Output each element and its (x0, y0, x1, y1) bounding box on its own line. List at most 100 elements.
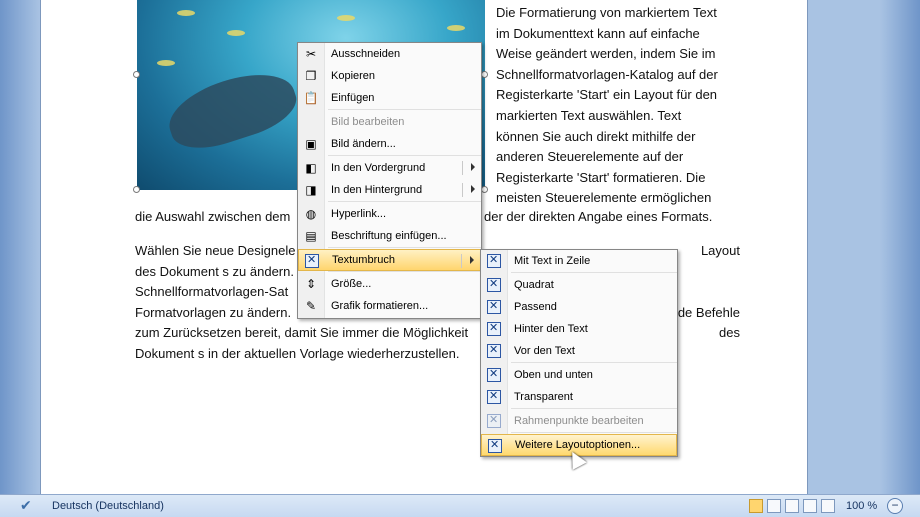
document-text-line: Schnellformatvorlagen-Sat (135, 284, 289, 300)
resize-handle[interactable] (133, 186, 140, 193)
menu-item-label: In den Hintergrund (331, 184, 423, 196)
wrap-option-mit-text-in-zeile[interactable]: Mit Text in Zeile (481, 250, 677, 272)
menu-item-label: Textumbruch (332, 254, 395, 266)
text-wrap-icon (486, 367, 502, 383)
context-menu-item-in-den-vordergrund[interactable]: ◧ In den Vordergrund (298, 157, 481, 179)
document-text-line: Registerkarte 'Start' ein Layout für den (496, 87, 718, 103)
text-wrap-icon (304, 253, 320, 269)
text-wrap-icon (486, 321, 502, 337)
text-wrap-icon (486, 343, 502, 359)
scissors-icon: ✂ (305, 47, 317, 61)
paste-icon: 📋 (303, 91, 319, 105)
empty-icon (303, 114, 319, 130)
menu-item-label: Bild bearbeiten (331, 116, 405, 128)
text-wrap-icon (486, 253, 502, 269)
document-text-line: der der direkten Angabe eines Formats. (484, 209, 713, 224)
zoom-level[interactable]: 100 % (846, 500, 877, 512)
submenu-arrow-icon (471, 185, 475, 193)
menu-item-label: Bild ändern... (331, 138, 396, 150)
document-text-line: markierten Text auswählen. Text (496, 108, 682, 123)
context-menu-item-beschriftung-einfügen[interactable]: ▤ Beschriftung einfügen... (298, 225, 481, 247)
document-text-line: meisten Steuerelemente ermöglichen (496, 190, 712, 206)
wrap-option-quadrat[interactable]: Quadrat (481, 274, 677, 296)
document-text-line: Registerkarte 'Start' formatieren. Die (496, 169, 706, 185)
document-text-line: können Sie auch direkt mithilfe der (496, 128, 696, 144)
context-menu: ✂ Ausschneiden ❐ Kopieren 📋 Einfügen Bild bear… (297, 42, 482, 319)
hyperlink-icon: ◍ (305, 207, 317, 221)
text-wrap-icon (486, 413, 502, 429)
context-menu-item-hyperlink[interactable]: ◍ Hyperlink... (298, 203, 481, 225)
text-wrap-icon (487, 438, 503, 454)
context-menu-item-in-den-hintergrund[interactable]: ◨ In den Hintergrund (298, 179, 481, 201)
language-indicator[interactable]: Deutsch (Deutschland) (52, 500, 164, 512)
status-bar: ✔ Deutsch (Deutschland) 100 % − (0, 494, 920, 517)
menu-item-label: Quadrat (514, 279, 554, 291)
outline-view-button[interactable] (803, 499, 817, 513)
copy-icon: ❐ (305, 69, 317, 83)
document-text-line: Wählen Sie neue Designele (135, 243, 296, 258)
menu-item-label: Beschriftung einfügen... (331, 230, 447, 242)
fish-shape (337, 15, 355, 21)
caption-icon: ▤ (305, 229, 317, 243)
fish-shape (447, 25, 465, 31)
menu-item-label: Passend (514, 301, 557, 313)
document-text-line: Formatvorlagen zu ändern. (135, 304, 292, 320)
document-text-line: die Auswahl zwischen dem (135, 209, 291, 224)
menu-item-label: Größe... (331, 278, 372, 290)
fish-shape (177, 10, 195, 16)
menu-item-label: In den Vordergrund (331, 162, 426, 174)
menu-item-label: Transparent (514, 391, 573, 403)
document-text-line: Schnellformatvorlagen-Katalog auf der (496, 66, 718, 82)
document-text-line: Die Formatierung von markiertem Text (496, 5, 717, 20)
menu-item-label: Einfügen (331, 92, 375, 104)
menu-item-label: Vor den Text (514, 345, 575, 357)
send-back-icon: ◨ (305, 183, 317, 197)
text-wrap-icon (486, 299, 502, 315)
wrap-option-transparent[interactable]: Transparent (481, 386, 677, 408)
text-wrap-icon (486, 277, 502, 293)
zoom-out-button[interactable]: − (887, 498, 903, 514)
web-layout-view-button[interactable] (785, 499, 799, 513)
menu-item-label: Ausschneiden (331, 48, 401, 60)
text-wrap-submenu: Mit Text in Zeile Quadrat Passend Hinter de… (480, 249, 678, 457)
document-text-line: Dokument s in der aktuellen Vorlage wied… (135, 346, 460, 361)
bring-front-icon: ◧ (305, 161, 317, 175)
print-layout-view-button[interactable] (749, 499, 763, 513)
context-menu-item-kopieren[interactable]: ❐ Kopieren (298, 65, 481, 87)
stingray-shape (160, 61, 304, 159)
fullscreen-reading-view-button[interactable] (767, 499, 781, 513)
document-text-line: zum Zurücksetzen bereit, damit Sie immer… (135, 325, 469, 341)
submenu-arrow-icon (471, 163, 475, 171)
spellcheck-icon[interactable]: ✔ (20, 497, 32, 514)
document-text-line: de Befehle (677, 304, 740, 320)
context-menu-item-grafik-formatieren[interactable]: ✎ Grafik formatieren... (298, 295, 481, 317)
wrap-option-hinter-den-text[interactable]: Hinter den Text (481, 318, 677, 340)
menu-item-label: Hinter den Text (514, 323, 588, 335)
menu-item-label: Mit Text in Zeile (514, 255, 591, 267)
menu-item-label: Kopieren (331, 70, 376, 82)
fish-shape (157, 60, 175, 66)
context-menu-item-bild-bearbeiten: Bild bearbeiten (298, 111, 481, 133)
draft-view-button[interactable] (821, 499, 835, 513)
wrap-option-vor-den-text[interactable]: Vor den Text (481, 340, 677, 362)
document-text-line: des (719, 325, 740, 341)
document-text-line: anderen Steuerelemente auf der (496, 149, 684, 165)
menu-item-label: Rahmenpunkte bearbeiten (514, 415, 644, 427)
context-menu-item-textumbruch[interactable]: Textumbruch (298, 249, 481, 271)
document-text-line: Weise geändert werden, indem Sie im (496, 46, 716, 62)
fish-shape (227, 30, 245, 36)
wrap-option-rahmenpunkte-bearbeiten: Rahmenpunkte bearbeiten (481, 410, 677, 432)
context-menu-item-bild-ändern[interactable]: ▣ Bild ändern... (298, 133, 481, 155)
text-wrap-icon (486, 389, 502, 405)
picture-icon: ▣ (305, 137, 317, 151)
menu-item-label: Hyperlink... (331, 208, 387, 220)
document-text-line: Layout (700, 243, 740, 258)
resize-handle[interactable] (481, 186, 488, 193)
context-menu-item-größe[interactable]: ⇕ Größe... (298, 273, 481, 295)
resize-handle[interactable] (133, 71, 140, 78)
context-menu-item-einfügen[interactable]: 📋 Einfügen (298, 87, 481, 109)
context-menu-item-ausschneiden[interactable]: ✂ Ausschneiden (298, 43, 481, 65)
resize-handle[interactable] (481, 71, 488, 78)
wrap-option-oben-und-unten[interactable]: Oben und unten (481, 364, 677, 386)
wrap-option-passend[interactable]: Passend (481, 296, 677, 318)
